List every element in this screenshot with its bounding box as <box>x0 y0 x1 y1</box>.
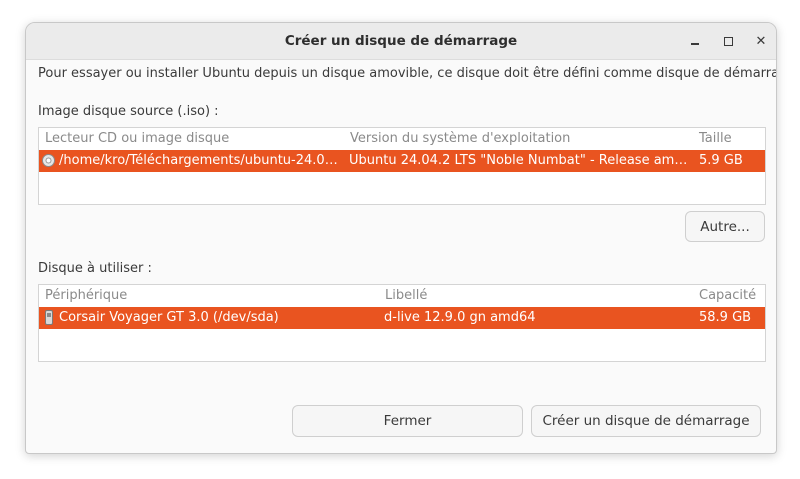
capacity-cell: 58.9 GB <box>699 310 752 325</box>
other-image-button[interactable]: Autre... <box>685 211 765 242</box>
column-header-device[interactable]: Périphérique <box>45 288 127 303</box>
usb-drive-icon <box>45 310 53 325</box>
source-path-cell: /home/kro/Téléchargements/ubuntu-24.04… <box>59 153 343 168</box>
disk-to-use-label: Disque à utiliser : <box>38 261 152 276</box>
source-size-cell: 5.9 GB <box>699 153 743 168</box>
source-image-list[interactable]: Lecteur CD ou image disque Version du sy… <box>38 127 766 205</box>
source-image-label: Image disque source (.iso) : <box>38 104 219 119</box>
column-header-version[interactable]: Version du système d'exploitation <box>350 131 570 146</box>
cd-icon <box>42 154 55 167</box>
source-list-header: Lecteur CD ou image disque Version du sy… <box>39 128 765 150</box>
disk-list[interactable]: Périphérique Libellé Capacité Corsair Vo… <box>38 284 766 362</box>
device-cell: Corsair Voyager GT 3.0 (/dev/sda) <box>59 310 279 325</box>
description-text: Pour essayer ou installer Ubuntu depuis … <box>38 66 777 81</box>
title-bar[interactable]: Créer un disque de démarrage ✕ <box>26 23 776 60</box>
column-header-label[interactable]: Libellé <box>385 288 427 303</box>
column-header-size[interactable]: Taille <box>699 131 732 146</box>
table-row[interactable]: /home/kro/Téléchargements/ubuntu-24.04… … <box>39 150 765 172</box>
close-icon[interactable]: ✕ <box>751 31 771 51</box>
startup-disk-creator-window: Créer un disque de démarrage ✕ Pour essa… <box>25 22 777 454</box>
window-title: Créer un disque de démarrage <box>284 33 518 49</box>
disk-list-header: Périphérique Libellé Capacité <box>39 285 765 307</box>
minimize-icon[interactable] <box>685 31 705 51</box>
close-button[interactable]: Fermer <box>292 405 523 437</box>
table-row[interactable]: Corsair Voyager GT 3.0 (/dev/sda) d-live… <box>39 307 765 329</box>
maximize-icon[interactable] <box>718 31 738 51</box>
create-startup-disk-button[interactable]: Créer un disque de démarrage <box>531 405 761 437</box>
device-label-cell: d-live 12.9.0 gn amd64 <box>384 310 536 325</box>
column-header-cd[interactable]: Lecteur CD ou image disque <box>45 131 229 146</box>
source-version-cell: Ubuntu 24.04.2 LTS "Noble Numbat" - Rele… <box>349 153 694 168</box>
column-header-capacity[interactable]: Capacité <box>699 288 756 303</box>
